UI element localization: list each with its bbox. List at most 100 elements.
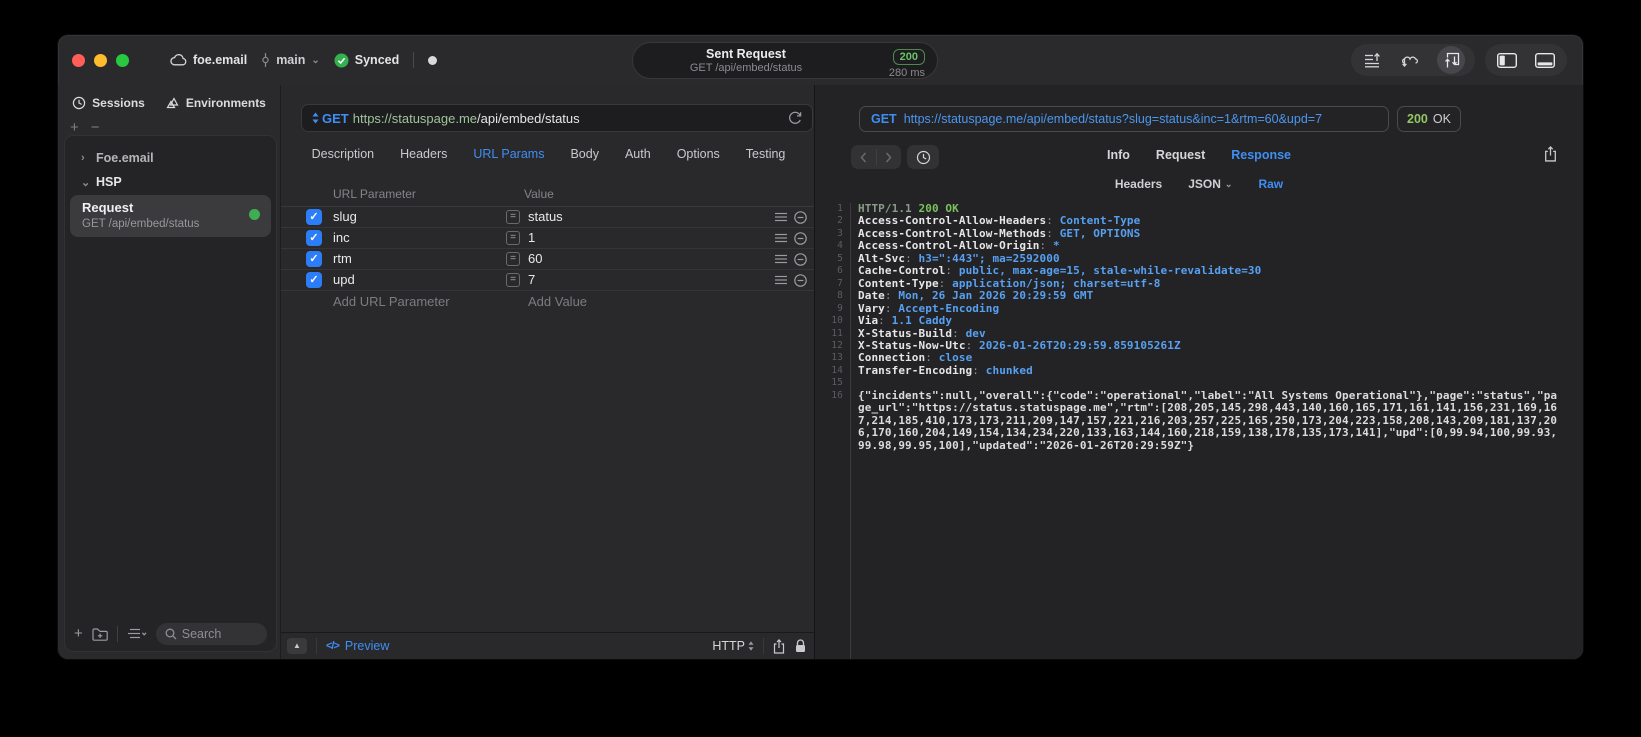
add-request-button[interactable]: + [74,626,83,641]
line-number: 5 [837,252,843,264]
tab-headers[interactable]: Headers [400,147,447,161]
sent-request-pill[interactable]: Sent Request GET /api/embed/status 200 2… [632,42,938,79]
add-param-placeholder[interactable]: Add URL Parameter [333,294,450,309]
tab-options[interactable]: Options [677,147,720,161]
drag-handle-icon[interactable] [775,254,787,264]
drag-handle-icon[interactable] [775,275,787,285]
tree-group-hsp[interactable]: ⌄ HSP [65,170,276,194]
code-token: : [884,289,899,303]
tree-group-foe-email[interactable]: › Foe.email [65,146,276,170]
param-name[interactable]: slug [333,209,357,224]
export-response-icon[interactable] [1544,146,1557,162]
tab-info[interactable]: Info [1107,148,1130,162]
param-name[interactable]: rtm [333,251,352,266]
tab-environments[interactable]: Environments [165,96,266,110]
line-number: 8 [837,290,843,302]
zoom-window-button[interactable] [116,54,129,67]
response-url-box[interactable]: GET https://statuspage.me/api/embed/stat… [859,106,1389,132]
tab-request[interactable]: Request [1156,148,1205,162]
param-enabled-checkbox[interactable]: ✓ [306,209,322,225]
code-token: * [1052,239,1060,253]
preview-label: Preview [344,639,390,653]
remove-session-button[interactable]: − [91,120,100,135]
tab-testing[interactable]: Testing [746,147,786,161]
code-token: : [972,363,986,377]
drag-handle-icon[interactable] [775,233,787,243]
sort-list-icon[interactable] [127,628,147,640]
code-token: X-Status-Build [858,326,953,340]
preview-button[interactable]: </> Preview [326,639,389,653]
param-value[interactable]: status [528,209,563,224]
request-url-path: /api/embed/status [477,110,580,126]
chevron-down-icon: ⌄ [81,176,91,189]
line-number: 2 [837,215,843,227]
subtab-headers[interactable]: Headers [1115,177,1162,191]
close-window-button[interactable] [72,54,85,67]
code-token: 2026-01-26T20:29:59.859105261Z [979,338,1181,352]
protocol-selector[interactable]: HTTP [712,639,754,653]
code-token: : [925,351,939,365]
param-value[interactable]: 1 [528,230,535,245]
response-method: GET [871,112,897,126]
tab-auth[interactable]: Auth [625,147,651,161]
line-number: 4 [837,240,843,252]
line-content: Transfer-Encoding: chunked [850,363,1579,377]
share-request-icon[interactable] [773,638,785,654]
line-number: 9 [837,302,843,314]
project-menu[interactable]: foe.email [170,53,247,67]
drag-handle-icon[interactable] [775,212,787,222]
response-code[interactable]: 1 HTTP/1.1 200 OK 2 Access-Control-Allow-He… [823,202,1579,659]
add-session-button[interactable]: + [70,120,79,135]
sync-status[interactable]: Synced [334,53,399,68]
request-method: GET [322,110,349,126]
import-export-icon[interactable] [1361,48,1385,72]
tab-description[interactable]: Description [312,147,375,161]
search-input[interactable]: Search [155,623,267,645]
code-token: Alt-Svc [858,251,906,265]
lock-icon[interactable] [795,639,806,653]
add-param-row[interactable]: Add URL Parameter Add Value [281,291,814,312]
code-token: : [938,276,953,290]
resend-request-icon[interactable] [788,111,802,126]
toggle-bottom-panel-icon[interactable] [1533,48,1557,72]
tab-response[interactable]: Response [1231,148,1291,162]
subtab-raw[interactable]: Raw [1258,177,1283,191]
params-rows: ✓ slug = status ✓ inc = 1 ✓ rtm = 60 ✓ upd = 7 Add URL P… [281,207,814,312]
tab-body[interactable]: Body [570,147,599,161]
request-url-bar[interactable]: GET https://statuspage.me /api/embed/sta… [301,104,813,132]
tab-sessions[interactable]: Sessions [72,96,145,110]
code-token: {"incidents":null,"overall":{"code":"ope… [858,388,1558,452]
remove-param-icon[interactable] [794,232,807,245]
send-receive-icon[interactable] [1437,46,1465,74]
param-enabled-checkbox[interactable]: ✓ [306,230,322,246]
titlebar-divider [413,52,415,68]
remove-param-icon[interactable] [794,274,807,287]
synced-check-icon [334,53,349,68]
remove-param-icon[interactable] [794,211,807,224]
branch-selector[interactable]: main ⌄ [261,53,320,67]
tab-url-params[interactable]: URL Params [473,147,544,161]
toggle-left-panel-icon[interactable] [1495,48,1519,72]
sidebar-item-request[interactable]: Request GET /api/embed/status [70,195,271,237]
code-token: : [878,314,892,328]
remove-param-icon[interactable] [794,253,807,266]
line-number: 12 [831,339,843,351]
code-token: : [1039,239,1053,253]
add-value-placeholder[interactable]: Add Value [528,294,587,309]
sync-requests-icon[interactable] [1399,48,1423,72]
new-folder-icon[interactable] [92,627,108,641]
param-enabled-checkbox[interactable]: ✓ [306,251,322,267]
param-name[interactable]: inc [333,230,350,245]
code-token: : [945,264,959,278]
layout-toggles-group [1485,44,1567,76]
code-token: 200 OK [918,202,959,215]
param-name[interactable]: upd [333,272,355,287]
param-enabled-checkbox[interactable]: ✓ [306,272,322,288]
expand-panel-button[interactable]: ▲ [287,638,307,654]
param-value[interactable]: 7 [528,272,535,287]
subtab-json[interactable]: JSON ⌄ [1188,177,1232,191]
response-subtabs: Headers JSON ⌄ Raw [815,177,1583,191]
minimize-window-button[interactable] [94,54,107,67]
code-token: Date [858,289,885,303]
param-value[interactable]: 60 [528,251,542,266]
